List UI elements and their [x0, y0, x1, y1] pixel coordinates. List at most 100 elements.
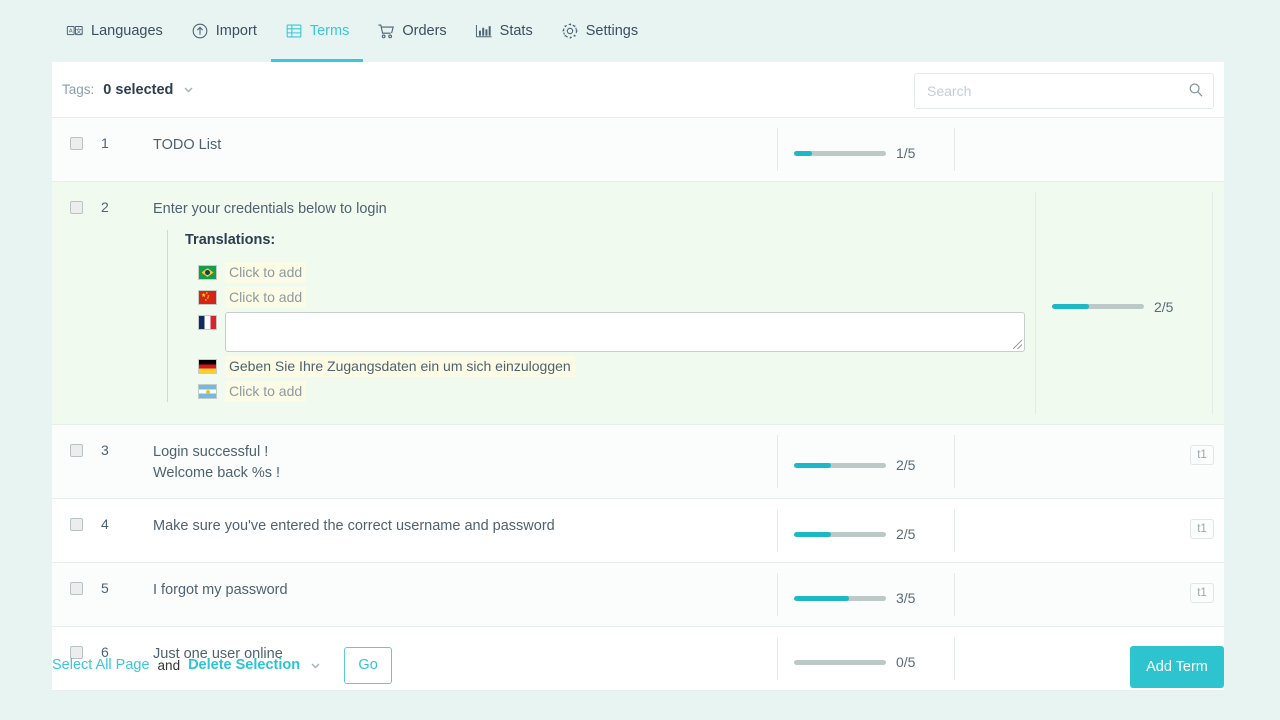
- translation-row[interactable]: Click to add: [185, 262, 1025, 283]
- row-progress-cell: 2/5: [1035, 192, 1212, 414]
- term-text: Make sure you've entered the correct use…: [153, 516, 767, 537]
- row-progress-cell: 3/5: [777, 573, 954, 616]
- nav-item-languages[interactable]: A文 Languages: [52, 0, 177, 62]
- nav-item-label: Import: [216, 23, 257, 39]
- row-number: 1: [101, 118, 153, 151]
- search-box[interactable]: [914, 73, 1214, 109]
- select-all-page-link[interactable]: Select All Page: [52, 657, 150, 673]
- table-row[interactable]: 1TODO List 1/5: [52, 118, 1224, 182]
- row-checkbox-cell: [52, 425, 101, 457]
- svg-text:A: A: [69, 29, 73, 35]
- terms-card: Tags: 0 selected 1TODO List 1/5 2Enter you…: [52, 62, 1224, 620]
- nav-item-orders[interactable]: Orders: [363, 0, 460, 62]
- row-actions-cell: TranslationsPTCR: [1212, 192, 1280, 414]
- gear-icon: [561, 22, 579, 40]
- row-term-cell: TODO List: [153, 118, 777, 170]
- germany-flag: [199, 360, 216, 373]
- nav-item-label: Stats: [500, 23, 533, 39]
- go-button[interactable]: Go: [344, 647, 392, 684]
- row-term-cell: I forgot my password: [153, 563, 777, 615]
- filter-bar: Tags: 0 selected: [52, 62, 1224, 118]
- row-progress-cell: 2/5: [777, 435, 954, 488]
- nav-item-stats[interactable]: Stats: [461, 0, 547, 62]
- translations-heading: Translations:: [185, 230, 1025, 251]
- term-tag-badge[interactable]: t1: [1190, 583, 1214, 603]
- row-checkbox-cell: [52, 182, 101, 214]
- row-checkbox[interactable]: [70, 518, 83, 531]
- china-flag: ★★★★★: [199, 291, 216, 304]
- svg-text:文: 文: [76, 26, 83, 35]
- row-actions-cell: t1: [954, 573, 1224, 616]
- translation-text[interactable]: Click to add: [225, 381, 306, 402]
- table-row[interactable]: 3Login successful ! Welcome back %s ! 2/5…: [52, 425, 1224, 499]
- tags-label: Tags:: [62, 82, 94, 97]
- brazil-flag: [199, 266, 216, 279]
- progress-bar: [794, 151, 886, 156]
- row-checkbox[interactable]: [70, 137, 83, 150]
- nav-item-label: Settings: [586, 23, 638, 39]
- row-number: 5: [101, 563, 153, 596]
- term-tag-badge[interactable]: t1: [1190, 519, 1214, 539]
- translation-text[interactable]: Click to add: [225, 262, 306, 283]
- translate-icon: A文: [66, 22, 84, 40]
- cart-icon: [377, 22, 395, 40]
- nav-item-label: Terms: [310, 23, 349, 39]
- row-actions-cell: [954, 128, 1224, 171]
- bulk-action-bar: Select All Page and Delete Selection Go …: [52, 630, 1224, 700]
- progress-bar: [794, 532, 886, 537]
- row-number: 2: [101, 182, 153, 215]
- nav-item-label: Languages: [91, 23, 163, 39]
- tags-selected-value[interactable]: 0 selected: [103, 82, 173, 98]
- term-text: TODO List: [153, 135, 767, 156]
- row-term-cell: Make sure you've entered the correct use…: [153, 499, 777, 551]
- translations-block: Translations: Click to add ★★★★★ Click to a…: [167, 230, 1025, 402]
- search-icon[interactable]: [1188, 82, 1204, 98]
- chevron-down-icon[interactable]: [309, 659, 322, 672]
- search-input[interactable]: [914, 73, 1214, 109]
- row-checkbox-cell: [52, 118, 101, 150]
- chevron-down-icon[interactable]: [182, 83, 195, 96]
- translation-row[interactable]: Geben Sie Ihre Zugangsdaten ein um sich …: [185, 356, 1025, 377]
- translation-row[interactable]: Click to add: [185, 381, 1025, 402]
- term-text: I forgot my password: [153, 580, 767, 601]
- translation-row[interactable]: [185, 312, 1025, 352]
- progress-label: 1/5: [896, 145, 915, 161]
- and-label: and: [158, 658, 181, 673]
- progress-label: 3/5: [896, 590, 915, 606]
- row-checkbox-cell: [52, 563, 101, 595]
- translation-text[interactable]: Geben Sie Ihre Zugangsdaten ein um sich …: [225, 356, 575, 377]
- bulk-action-select[interactable]: Delete Selection: [188, 657, 300, 673]
- translation-row[interactable]: ★★★★★ Click to add: [185, 287, 1025, 308]
- add-term-button[interactable]: Add Term: [1130, 646, 1224, 688]
- row-number: 3: [101, 425, 153, 458]
- progress-label: 2/5: [1154, 299, 1173, 315]
- row-actions-cell: t1: [954, 509, 1224, 552]
- argentina-flag: [199, 385, 216, 398]
- nav-item-settings[interactable]: Settings: [547, 0, 652, 62]
- term-text: Login successful ! Welcome back %s !: [153, 442, 767, 484]
- progress-label: 2/5: [896, 457, 915, 473]
- row-checkbox[interactable]: [70, 201, 83, 214]
- nav-item-import[interactable]: Import: [177, 0, 271, 62]
- progress-label: 2/5: [896, 526, 915, 542]
- table-row[interactable]: 2Enter your credentials below to loginTr…: [52, 182, 1224, 425]
- progress-bar: [1052, 304, 1144, 309]
- row-checkbox[interactable]: [70, 582, 83, 595]
- row-term-cell: Login successful ! Welcome back %s !: [153, 425, 777, 498]
- row-checkbox-cell: [52, 499, 101, 531]
- terms-list: 1TODO List 1/5 2Enter your credentials bel…: [52, 118, 1224, 691]
- nav-item-terms[interactable]: Terms: [271, 0, 363, 62]
- row-number: 4: [101, 499, 153, 532]
- row-checkbox[interactable]: [70, 444, 83, 457]
- table-row[interactable]: 4Make sure you've entered the correct us…: [52, 499, 1224, 563]
- row-progress-cell: 2/5: [777, 509, 954, 552]
- nav-item-label: Orders: [402, 23, 446, 39]
- row-term-cell: Enter your credentials below to loginTra…: [153, 182, 1035, 424]
- row-actions-cell: t1: [954, 435, 1224, 488]
- term-tag-badge[interactable]: t1: [1190, 445, 1214, 465]
- progress-bar: [794, 463, 886, 468]
- translation-input[interactable]: [225, 312, 1025, 352]
- table-row[interactable]: 5I forgot my password 3/5 t1: [52, 563, 1224, 627]
- row-progress-cell: 1/5: [777, 128, 954, 171]
- translation-text[interactable]: Click to add: [225, 287, 306, 308]
